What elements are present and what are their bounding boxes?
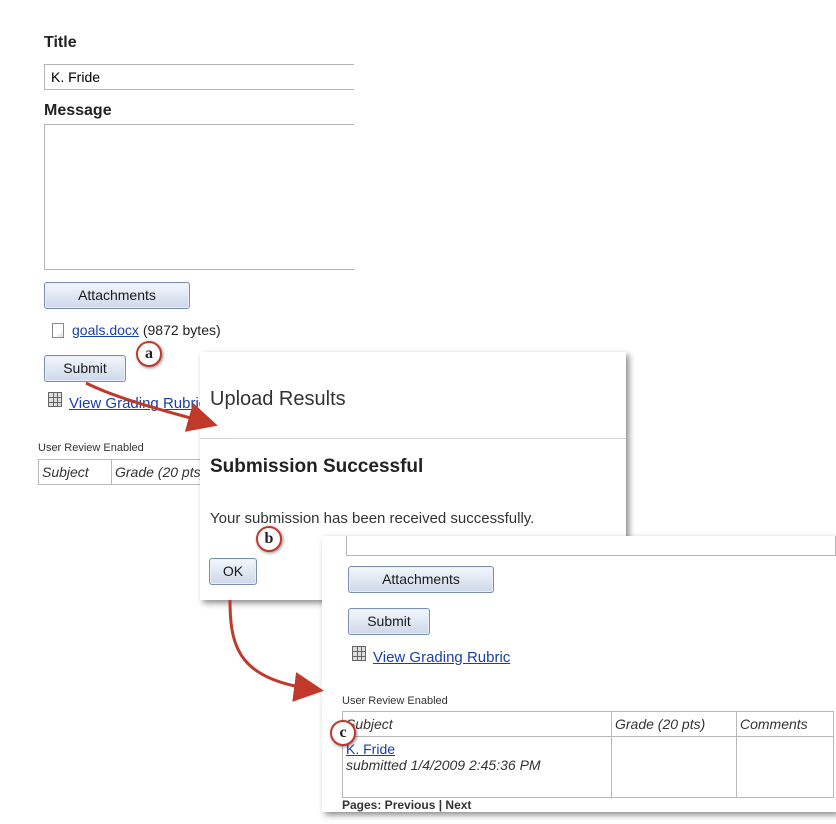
message-textarea-bottom xyxy=(346,536,836,556)
ok-button[interactable]: OK xyxy=(209,558,257,585)
column-header-grade: Grade (20 pts) xyxy=(611,711,737,737)
grade-cell xyxy=(611,736,737,798)
column-header-comments: Comments xyxy=(736,711,834,737)
attachment-file-size: (9872 bytes) xyxy=(142,322,221,338)
arrow-dialog-to-result xyxy=(228,599,324,702)
column-header-subject: Subject xyxy=(342,711,612,737)
pagination[interactable]: Pages: Previous | Next xyxy=(342,798,471,812)
rubric-grid-icon xyxy=(352,646,366,661)
callout-a: a xyxy=(136,341,162,367)
comments-cell xyxy=(736,736,834,798)
attachments-button[interactable]: Attachments xyxy=(348,566,494,593)
attachment-file-link[interactable]: goals.docx xyxy=(72,322,139,338)
title-label: Title xyxy=(44,34,77,51)
submissions-table: Subject Grade (20 pts) Comments K. Fride… xyxy=(342,711,834,798)
dialog-divider xyxy=(200,438,626,439)
submission-received-message: Your submission has been received succes… xyxy=(210,510,535,527)
title-input[interactable] xyxy=(44,64,354,90)
view-grading-rubric-link[interactable]: View Grading Rubric xyxy=(373,649,510,666)
callout-c: c xyxy=(330,720,356,746)
submit-button[interactable]: Submit xyxy=(44,355,126,382)
view-grading-rubric-link[interactable]: View Grading Rubric xyxy=(69,395,206,412)
attachments-button[interactable]: Attachments xyxy=(44,282,190,309)
submission-successful-heading: Submission Successful xyxy=(210,456,424,477)
user-review-enabled-label: User Review Enabled xyxy=(342,695,448,707)
message-textarea[interactable] xyxy=(44,124,354,270)
submit-button[interactable]: Submit xyxy=(348,608,430,635)
document-icon xyxy=(52,323,64,338)
submission-result-panel: Attachments Submit View Grading Rubric U… xyxy=(322,536,836,812)
column-header-subject: Subject xyxy=(38,459,112,485)
message-label: Message xyxy=(44,102,112,119)
callout-b: b xyxy=(256,526,282,552)
submission-subject-link[interactable]: K. Fride xyxy=(346,741,608,757)
table-row: K. Fride submitted 1/4/2009 2:45:36 PM xyxy=(342,736,834,798)
rubric-grid-icon xyxy=(48,392,62,407)
table-header-row: Subject Grade (20 pts) Comments xyxy=(342,711,834,737)
dialog-title: Upload Results xyxy=(210,388,346,410)
user-review-enabled-label: User Review Enabled xyxy=(38,442,144,454)
submission-timestamp: submitted 1/4/2009 2:45:36 PM xyxy=(346,757,541,773)
